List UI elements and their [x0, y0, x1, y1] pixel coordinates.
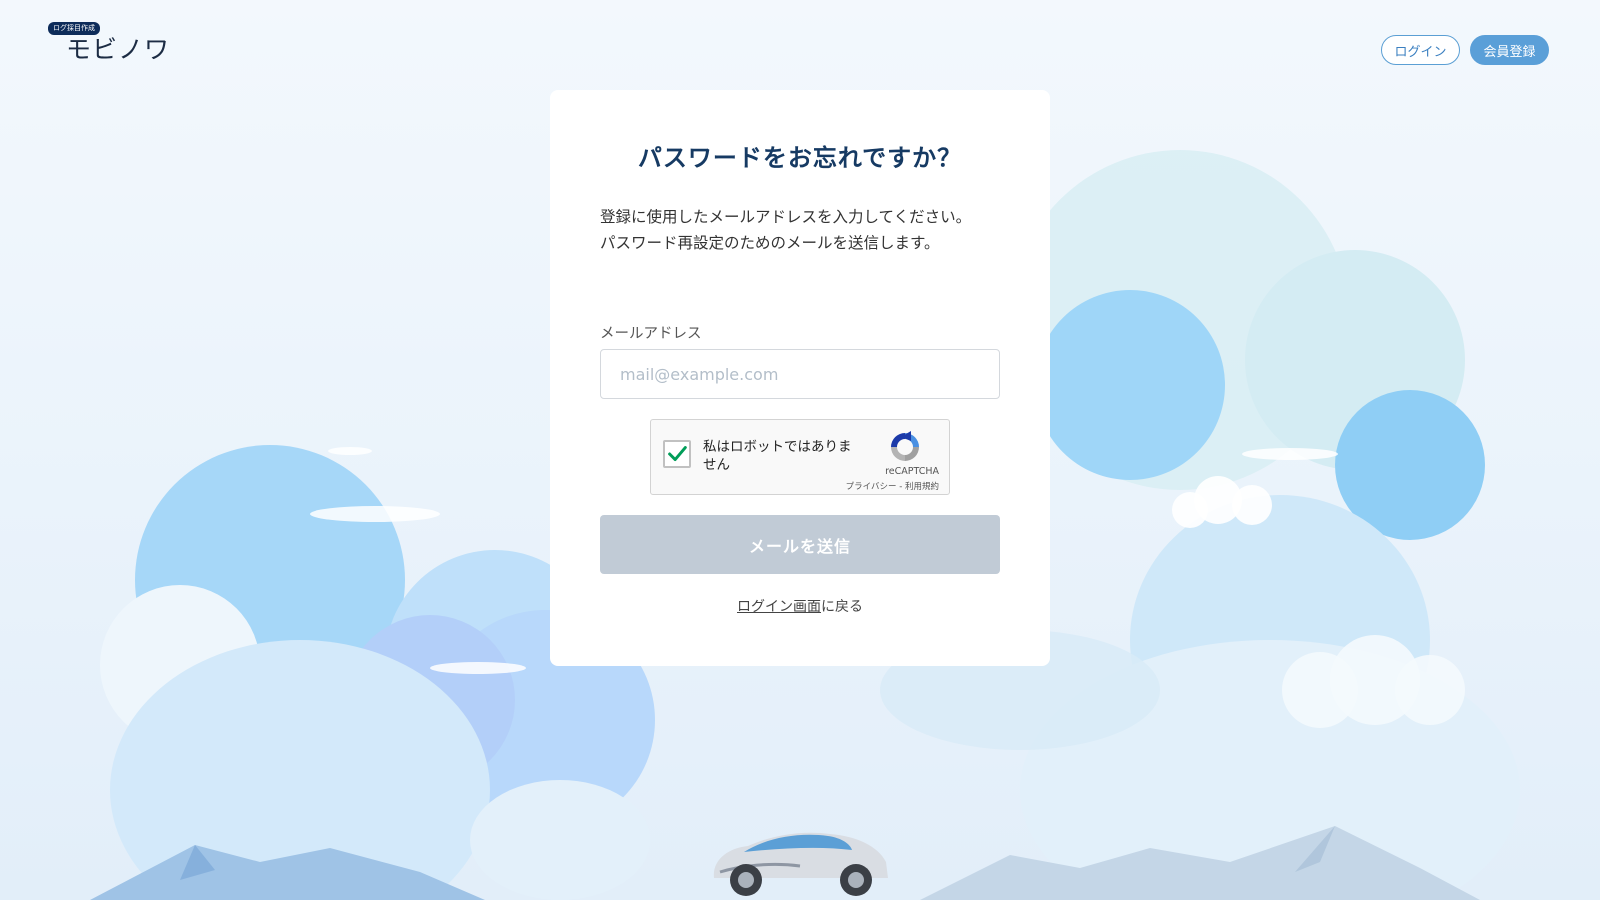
send-email-button[interactable]: メールを送信 — [600, 515, 1000, 574]
recaptcha-terms-link[interactable]: 利用規約 — [905, 482, 939, 492]
recaptcha-logo-icon — [891, 431, 919, 461]
recaptcha-brand: reCAPTCHA — [885, 466, 939, 477]
login-button[interactable]: ログイン — [1381, 35, 1460, 65]
register-button[interactable]: 会員登録 — [1470, 35, 1549, 65]
back-suffix: に戻る — [821, 599, 863, 615]
page-title: パスワードをお忘れですか？ — [637, 144, 963, 172]
logo-text: モビノワ — [66, 35, 171, 64]
logo-badge: ログ採目作成 — [48, 22, 100, 35]
recaptcha-widget: 私はロボットではありません reCAPTCHA プライバシー - 利用規約 — [650, 419, 950, 495]
recaptcha-link-separator: - — [896, 482, 905, 492]
back-to-login-line: ログイン画面に戻る — [550, 596, 1050, 616]
description-text: 登録に使用したメールアドレスを入力してください。パスワード再設定のためのメールを… — [600, 208, 972, 252]
recaptcha-privacy-link[interactable]: プライバシー — [846, 482, 897, 492]
recaptcha-label: 私はロボットではありません — [703, 439, 852, 473]
forgot-password-card: パスワードをお忘れですか？ 登録に使用したメールアドレスを入力してください。パス… — [550, 90, 1050, 666]
email-field[interactable] — [600, 349, 1000, 399]
car-illustration — [713, 832, 888, 896]
email-label: メールアドレス — [600, 326, 702, 342]
recaptcha-checkbox[interactable] — [663, 440, 691, 468]
login-screen-link[interactable]: ログイン画面 — [737, 599, 821, 615]
recaptcha-links: プライバシー - 利用規約 — [846, 480, 939, 492]
checkmark-icon — [668, 446, 687, 462]
site-logo[interactable]: ログ採目作成 モビノワ — [48, 15, 170, 64]
